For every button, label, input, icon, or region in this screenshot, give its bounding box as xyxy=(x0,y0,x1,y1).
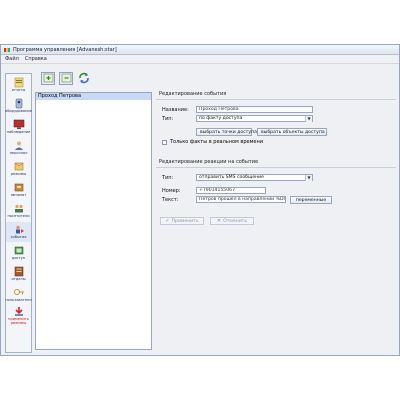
text-label: Текст: xyxy=(162,196,179,203)
sidebar-item-events[interactable]: события xyxy=(6,222,31,242)
sidebar-item-automat[interactable]: автомат xyxy=(6,180,31,200)
sidebar-item-label: применить режимы xyxy=(8,317,29,325)
remove-event-button[interactable] xyxy=(59,71,73,85)
sidebar-item-label: оборудование xyxy=(5,109,32,114)
sidebar-item-label: персонал xyxy=(9,151,28,156)
automat-icon xyxy=(14,183,23,192)
name-label: Название: xyxy=(162,106,189,113)
add-event-button[interactable] xyxy=(41,71,55,85)
reaction-type-label: Тип: xyxy=(162,174,174,181)
access-icon xyxy=(14,246,23,255)
equipment-icon xyxy=(15,98,22,109)
sidebar-item-label: пользователи xyxy=(5,298,32,303)
phone-number-field[interactable]: +79014155067 xyxy=(196,187,266,194)
sidebar-item-label: посетители xyxy=(7,214,30,219)
number-label: Номер: xyxy=(162,187,181,194)
events-icon xyxy=(15,225,24,234)
divider xyxy=(156,167,396,168)
sidebar-item-modes[interactable]: режимы xyxy=(6,159,31,179)
app-window: Программа управления [Advanesh:star] Фай… xyxy=(0,44,400,356)
reaction-type-select[interactable]: отправить SMS сообщение ▼ xyxy=(196,174,313,181)
personnel-icon xyxy=(14,141,23,151)
chevron-down-icon: ▼ xyxy=(305,175,312,181)
realtime-only-checkbox[interactable] xyxy=(162,139,167,145)
toolbar xyxy=(37,69,117,87)
edit-reaction-panel: Редактирование реакции на событие Тип: о… xyxy=(156,159,396,204)
sidebar-item-label: отделы xyxy=(11,277,26,282)
event-list[interactable]: Проход Петрова xyxy=(35,92,152,350)
sidebar-item-users[interactable]: пользователи xyxy=(5,285,32,305)
event-type-select[interactable]: по факту доступа ▼ xyxy=(196,115,313,122)
sidebar-item-reports[interactable]: отчеты xyxy=(6,75,31,95)
apply-label: Применить xyxy=(171,218,199,224)
sidebar-item-label: наблюдение xyxy=(6,130,31,135)
check-icon: ✓ xyxy=(165,217,170,224)
event-name-field[interactable]: Проход Петрова xyxy=(196,106,313,113)
sidebar-item-visitors[interactable]: посетители xyxy=(6,201,31,221)
event-type-value: по факту доступа xyxy=(199,116,243,121)
cancel-icon: ✕ xyxy=(216,217,222,224)
refresh-button[interactable] xyxy=(77,72,91,85)
sidebar-item-label: отчеты xyxy=(11,88,26,93)
window-title: Программа управления [Advanesh:star] xyxy=(13,46,117,53)
remove-icon xyxy=(61,73,71,83)
departments-icon xyxy=(14,266,23,277)
realtime-only-label: Только факты в реальном времени xyxy=(170,139,263,145)
users-icon xyxy=(13,289,24,296)
app-icon xyxy=(4,47,10,52)
action-buttons: ✓ Применить ✕ Отменить xyxy=(160,217,254,225)
message-text-field[interactable]: Петров прошел в направлении %DIRECTION% xyxy=(196,196,286,203)
menu-bar: Файл Справка xyxy=(1,55,399,64)
section-title: Редактирование события xyxy=(159,91,227,97)
sidebar-item-equipment[interactable]: оборудование xyxy=(5,96,32,116)
add-icon xyxy=(43,73,53,83)
sidebar-item-access[interactable]: доступ xyxy=(6,243,31,263)
refresh-icon xyxy=(79,72,89,84)
chevron-down-icon: ▼ xyxy=(305,116,312,122)
menu-file[interactable]: Файл xyxy=(5,56,19,62)
cancel-label: Отменить xyxy=(223,218,248,224)
title-bar: Программа управления [Advanesh:star] xyxy=(1,45,399,55)
apply-button[interactable]: ✓ Применить xyxy=(160,217,204,225)
select-access-objects-button[interactable]: выбрать объекты доступа xyxy=(257,127,327,136)
monitor-icon xyxy=(13,119,24,130)
sidebar-item-label: доступ xyxy=(11,256,26,261)
select-access-points-button[interactable]: выбрать точки доступа xyxy=(196,127,257,136)
realtime-only-row: Только факты в реальном времени xyxy=(156,139,396,145)
section-title: Редактирование реакции на событие xyxy=(159,159,259,165)
sidebar-item-label: режимы xyxy=(10,172,27,177)
modes-icon xyxy=(14,162,23,171)
apply-icon xyxy=(14,307,23,317)
type-label: Тип: xyxy=(162,115,174,122)
divider xyxy=(156,99,396,100)
list-item[interactable]: Проход Петрова xyxy=(36,93,151,100)
variables-button[interactable]: переменные xyxy=(290,195,332,204)
reaction-type-value: отправить SMS сообщение xyxy=(199,175,264,180)
sidebar-item-apply-modes[interactable]: применить режимы xyxy=(6,306,31,326)
cancel-button[interactable]: ✕ Отменить xyxy=(210,217,254,225)
sidebar-item-label: автомат xyxy=(10,193,27,198)
report-icon xyxy=(14,77,23,88)
sidebar-item-personnel[interactable]: персонал xyxy=(6,138,31,158)
visitors-icon xyxy=(14,205,23,213)
menu-help[interactable]: Справка xyxy=(25,56,47,62)
sidebar-item-departments[interactable]: отделы xyxy=(6,264,31,284)
sidebar: отчеты оборудование наблюдение персонал … xyxy=(5,73,32,353)
sidebar-item-label: события xyxy=(10,235,27,240)
edit-event-panel: Редактирование события Название: Проход … xyxy=(156,91,396,145)
sidebar-item-monitoring[interactable]: наблюдение xyxy=(6,117,31,137)
